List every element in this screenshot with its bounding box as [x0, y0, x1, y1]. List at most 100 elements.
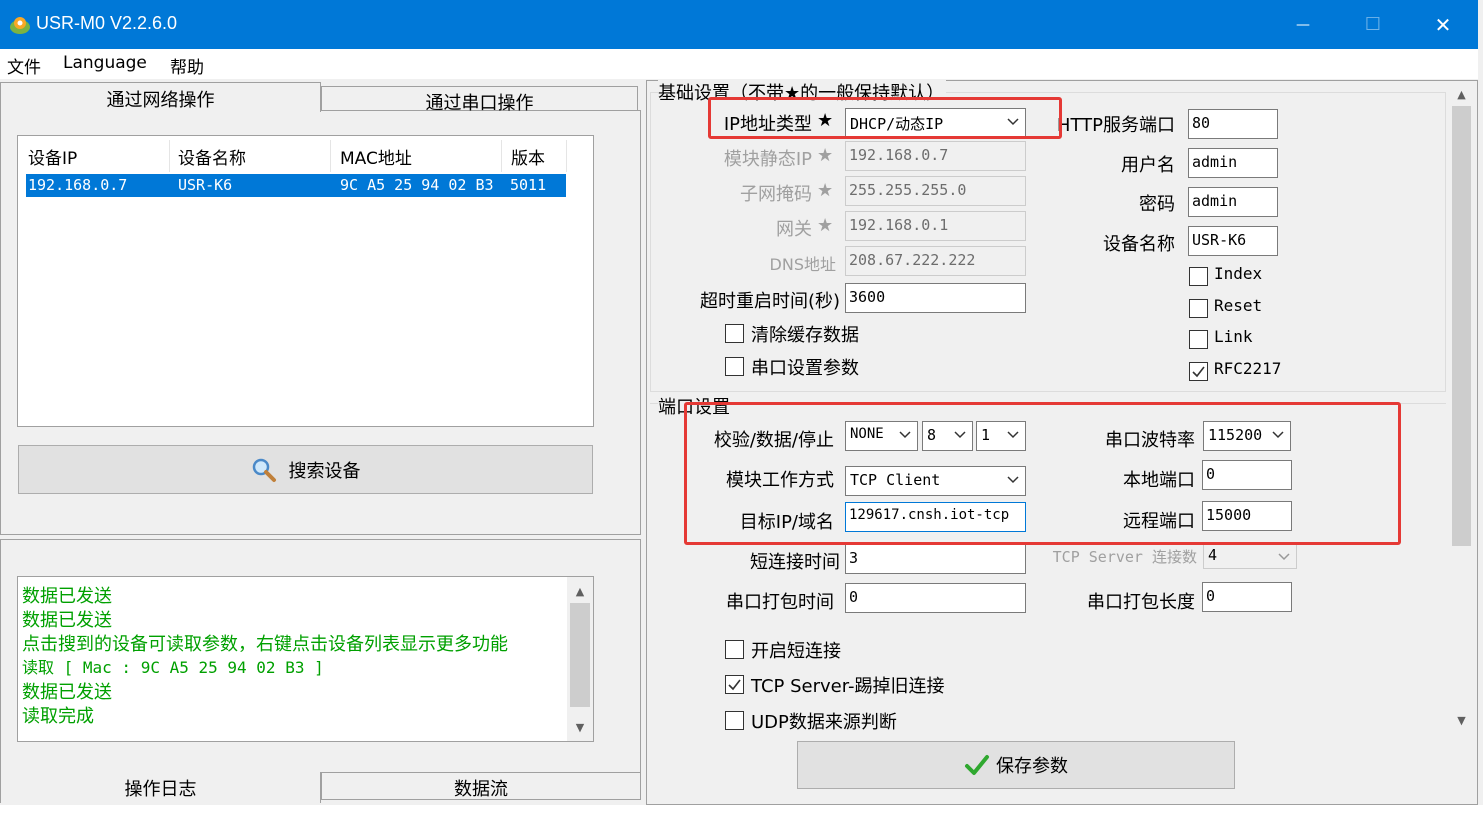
menu-help[interactable]: 帮助: [170, 53, 204, 78]
cell-mac: 9C A5 25 94 02 B3: [340, 176, 494, 194]
search-icon: [252, 458, 276, 482]
column-version[interactable]: 版本: [511, 144, 545, 169]
scroll-up-icon[interactable]: ▲: [1449, 84, 1474, 104]
static-ip-field[interactable]: 192.168.0.7: [845, 141, 1026, 171]
target-ip-field[interactable]: 129617.cnsh.iot-tcp: [845, 502, 1026, 532]
enable-short-conn-checkbox[interactable]: [725, 640, 744, 659]
http-port-label: HTTP服务端口: [1056, 115, 1175, 136]
rfc2217-checkbox[interactable]: [1189, 362, 1208, 381]
log-line: 点击搜到的设备可读取参数，右键点击设备列表显示更多功能: [22, 634, 508, 655]
log-scrollbar[interactable]: ▲ ▼: [567, 577, 593, 741]
tcp-server-conn-label: TCP Server 连接数: [1052, 548, 1197, 566]
pack-length-label: 串口打包长度: [1087, 592, 1195, 613]
parity-value: NONE: [850, 426, 884, 442]
ip-type-label: IP地址类型: [723, 114, 812, 135]
close-button[interactable]: ✕: [1408, 0, 1478, 49]
static-ip-label: 模块静态IP: [723, 149, 812, 170]
star-icon: ★: [817, 180, 834, 201]
data-bits-select[interactable]: 8: [922, 421, 973, 451]
save-params-button[interactable]: 保存参数: [797, 741, 1235, 789]
checkmark-icon: [965, 755, 989, 775]
cell-version: 5011: [510, 176, 547, 194]
subnet-label: 子网掩码: [740, 184, 812, 205]
password-field[interactable]: admin: [1188, 187, 1278, 217]
scroll-up-icon[interactable]: ▲: [567, 581, 593, 601]
subnet-field[interactable]: 255.255.255.0: [845, 176, 1026, 206]
tcp-server-conn-select[interactable]: 4: [1203, 543, 1297, 569]
chevron-down-icon: [899, 431, 911, 439]
scrollbar-thumb[interactable]: [570, 603, 590, 707]
menu-file[interactable]: 文件: [7, 53, 41, 78]
check-icon: [1192, 366, 1205, 378]
remote-port-label: 远程端口: [1123, 511, 1195, 532]
serial-params-label: 串口设置参数: [751, 358, 859, 379]
clear-cache-label: 清除缓存数据: [751, 325, 859, 346]
short-conn-time-field[interactable]: 3: [845, 544, 1026, 574]
remote-port-field[interactable]: 15000: [1202, 501, 1292, 531]
timeout-restart-field[interactable]: 3600: [845, 283, 1026, 313]
local-port-field[interactable]: 0: [1202, 460, 1292, 490]
chevron-down-icon: [1007, 431, 1019, 439]
settings-scrollbar[interactable]: ▲ ▼: [1449, 82, 1474, 735]
log-line: 数据已发送: [22, 586, 112, 607]
search-devices-button[interactable]: 搜索设备: [18, 445, 593, 494]
username-field[interactable]: admin: [1188, 148, 1278, 178]
http-port-field[interactable]: 80: [1188, 109, 1278, 139]
star-icon: ★: [817, 110, 834, 131]
work-mode-select[interactable]: TCP Client: [845, 466, 1026, 496]
reset-label: Reset: [1214, 296, 1263, 315]
stop-bits-select[interactable]: 1: [976, 421, 1026, 451]
chevron-down-icon: [1278, 553, 1290, 561]
minimize-button[interactable]: —: [1268, 0, 1338, 49]
tab-serial[interactable]: 通过串口操作: [321, 86, 638, 114]
gateway-field[interactable]: 192.168.0.1: [845, 211, 1026, 241]
ip-type-select[interactable]: DHCP/动态IP: [845, 108, 1026, 138]
log-line: 数据已发送: [22, 682, 112, 703]
dns-field[interactable]: 208.67.222.222: [845, 246, 1026, 276]
ip-type-value: DHCP/动态IP: [850, 115, 944, 133]
dns-label: DNS地址: [769, 255, 836, 274]
chevron-down-icon: [1272, 431, 1284, 439]
column-mac[interactable]: MAC地址: [340, 144, 412, 169]
udp-source-check-label: UDP数据来源判断: [751, 712, 897, 733]
udp-source-check-checkbox[interactable]: [725, 711, 744, 730]
tcp-server-conn-value: 4: [1208, 546, 1218, 564]
serial-params-checkbox[interactable]: [725, 357, 744, 376]
maximize-button[interactable]: ☐: [1338, 0, 1408, 49]
log-line: 读取完成: [22, 706, 94, 727]
column-device-name[interactable]: 设备名称: [178, 144, 246, 169]
scroll-down-icon[interactable]: ▼: [567, 717, 593, 737]
tab-operation-log[interactable]: 操作日志: [0, 772, 321, 803]
scroll-down-icon[interactable]: ▼: [1449, 710, 1474, 730]
link-checkbox[interactable]: [1189, 330, 1208, 349]
clear-cache-checkbox[interactable]: [725, 324, 744, 343]
parity-select[interactable]: NONE: [845, 421, 918, 451]
kick-old-conn-checkbox[interactable]: [725, 675, 744, 694]
scrollbar-thumb[interactable]: [1452, 106, 1471, 546]
work-mode-value: TCP Client: [850, 471, 941, 489]
baud-rate-value: 115200: [1208, 426, 1263, 444]
pack-time-field[interactable]: 0: [845, 583, 1026, 613]
log-line: 数据已发送: [22, 610, 112, 631]
save-params-label: 保存参数: [996, 756, 1068, 777]
log-line: 读取 [ Mac : 9C A5 25 94 02 B3 ]: [22, 658, 324, 677]
reset-checkbox[interactable]: [1189, 299, 1208, 318]
menu-language[interactable]: Language: [63, 53, 147, 73]
port-settings-title: 端口设置: [658, 393, 732, 419]
device-name-label: 设备名称: [1103, 234, 1175, 255]
kick-old-conn-label: TCP Server-踢掉旧连接: [751, 676, 945, 697]
pack-length-field[interactable]: 0: [1202, 582, 1292, 612]
link-label: Link: [1214, 327, 1253, 346]
index-checkbox[interactable]: [1189, 267, 1208, 286]
baud-rate-select[interactable]: 115200: [1203, 421, 1291, 451]
pack-time-label: 串口打包时间: [726, 592, 834, 613]
log-area: 数据已发送 数据已发送 点击搜到的设备可读取参数，右键点击设备列表显示更多功能 …: [17, 576, 594, 742]
check-icon: [728, 679, 741, 691]
timeout-restart-label: 超时重启时间(秒): [699, 291, 840, 312]
column-device-ip[interactable]: 设备IP: [28, 144, 77, 169]
table-row[interactable]: 192.168.0.7 USR-K6 9C A5 25 94 02 B3 501…: [26, 174, 566, 197]
tab-network[interactable]: 通过网络操作: [0, 82, 321, 112]
search-devices-label: 搜索设备: [288, 460, 361, 482]
device-name-field[interactable]: USR-K6: [1188, 226, 1278, 256]
tab-data-stream[interactable]: 数据流: [321, 772, 641, 800]
